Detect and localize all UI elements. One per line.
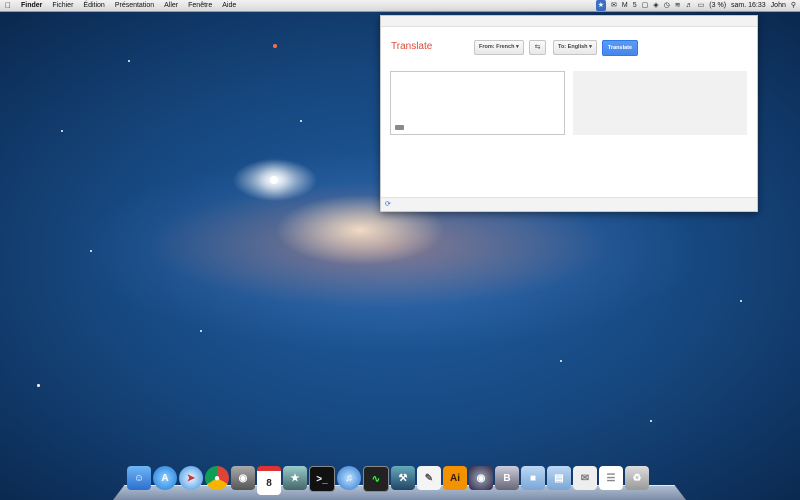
textedit-icon[interactable]: ✎ bbox=[417, 466, 441, 490]
search-icon[interactable]: ⚲ bbox=[791, 0, 796, 11]
menu-presentation[interactable]: Présentation bbox=[110, 0, 159, 11]
itunes-icon[interactable]: ♫ bbox=[337, 466, 361, 490]
menu-aller[interactable]: Aller bbox=[159, 0, 183, 11]
translation-output bbox=[573, 71, 747, 135]
mail-icon[interactable]: ✉ bbox=[611, 0, 617, 11]
status-area: ★ ✉ M 5 ▢ ◈ ◷ ≋ ♬ ▭ (3 %) sam. 16:33 Joh… bbox=[595, 0, 796, 11]
translate-button[interactable]: Translate bbox=[602, 40, 638, 56]
from-language-label: From: French bbox=[479, 44, 515, 50]
menu-fenetre[interactable]: Fenêtre bbox=[183, 0, 217, 11]
xcode-icon[interactable]: ⚒ bbox=[391, 466, 415, 490]
to-language-select[interactable]: To: English ▾ bbox=[553, 40, 597, 55]
menu-app-finder[interactable]: Finder bbox=[16, 0, 47, 11]
menu-fichier[interactable]: Fichier bbox=[47, 0, 78, 11]
calendar-day: 8 bbox=[266, 477, 272, 489]
chevron-down-icon: ▾ bbox=[589, 44, 592, 50]
swap-icon: ⇆ bbox=[534, 44, 541, 51]
screens-icon[interactable]: ▢ bbox=[642, 0, 649, 11]
to-language-label: To: English bbox=[558, 44, 588, 50]
source-text-input[interactable] bbox=[390, 71, 565, 135]
terminal-icon[interactable]: >_ bbox=[309, 466, 335, 492]
popup-footer: ⟳ bbox=[381, 197, 757, 211]
timemachine-icon[interactable]: ◷ bbox=[664, 0, 670, 11]
keyboard-icon[interactable] bbox=[395, 125, 404, 130]
five-icon[interactable]: 5 bbox=[633, 0, 637, 11]
folder-icon[interactable]: ■ bbox=[521, 466, 545, 490]
battery-icon[interactable]: ▭ bbox=[698, 0, 705, 11]
illustrator-icon[interactable]: Ai bbox=[443, 466, 467, 490]
menu-bar:  Finder Fichier Édition Présentation Al… bbox=[0, 0, 800, 12]
clock[interactable]: sam. 16:33 bbox=[731, 0, 766, 11]
menu-edition[interactable]: Édition bbox=[78, 0, 109, 11]
apple-menu-icon[interactable]:  bbox=[0, 0, 16, 11]
menu-aide[interactable]: Aide bbox=[217, 0, 241, 11]
documents-icon[interactable]: ▤ bbox=[547, 466, 571, 490]
gmail-icon[interactable]: M bbox=[622, 0, 628, 11]
trash-icon[interactable]: ♻ bbox=[625, 466, 649, 490]
activity-monitor-icon[interactable]: ∿ bbox=[363, 466, 389, 492]
popup-header-strip bbox=[381, 16, 757, 27]
battery-percentage: (3 %) bbox=[709, 2, 727, 9]
eclipse-icon[interactable]: ◉ bbox=[469, 466, 493, 490]
iphoto-icon[interactable]: ★ bbox=[283, 466, 307, 490]
volume-icon[interactable]: ♬ bbox=[686, 0, 693, 11]
refresh-icon[interactable]: ⟳ bbox=[385, 200, 391, 208]
calendar-icon[interactable]: 8 bbox=[257, 466, 281, 495]
dock: ☺ A ➤ ● ◉ 8 ★ >_ ♫ ∿ ⚒ ✎ Ai ◉ B ■ ▤ ✉ ☰ … bbox=[113, 464, 686, 500]
dropbox-icon[interactable]: ◈ bbox=[653, 0, 658, 11]
facetime-icon[interactable]: ◉ bbox=[231, 466, 255, 490]
bbedit-icon[interactable]: B bbox=[495, 466, 519, 490]
mail-folder-icon[interactable]: ✉ bbox=[573, 466, 597, 490]
from-language-select[interactable]: From: French ▾ bbox=[474, 40, 524, 55]
swap-languages-button[interactable]: ⇆ bbox=[529, 40, 546, 55]
app-store-icon[interactable]: A bbox=[153, 466, 177, 490]
user-name[interactable]: John bbox=[771, 0, 786, 11]
chevron-down-icon: ▾ bbox=[515, 44, 519, 50]
wifi-icon[interactable]: ≋ bbox=[675, 0, 681, 11]
textedit-doc-icon[interactable]: ☰ bbox=[599, 466, 623, 490]
safari-icon[interactable]: ➤ bbox=[179, 466, 203, 490]
translate-icon[interactable]: ★ bbox=[595, 0, 607, 11]
finder-icon[interactable]: ☺ bbox=[127, 466, 151, 490]
translate-popup: Translate From: French ▾ ⇆ To: English ▾… bbox=[380, 15, 758, 212]
translate-title: Translate bbox=[391, 41, 433, 52]
illustrator-label: Ai bbox=[450, 472, 460, 484]
chrome-icon[interactable]: ● bbox=[205, 466, 229, 490]
